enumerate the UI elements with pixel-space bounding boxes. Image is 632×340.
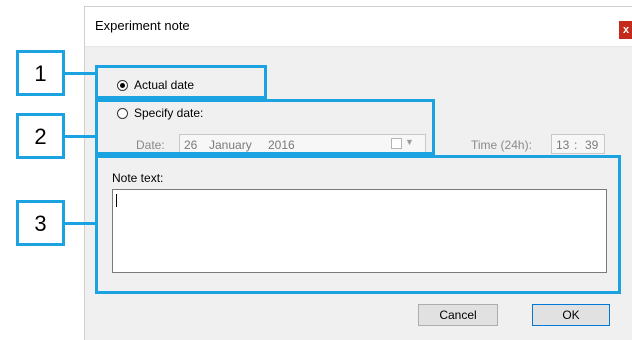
callout-frame-2	[95, 99, 435, 155]
callout-frame-3	[95, 155, 621, 294]
time-hour: 13	[556, 138, 570, 152]
ok-button[interactable]: OK	[532, 304, 610, 326]
callout-connector-2	[65, 135, 96, 138]
time-separator: :	[574, 138, 578, 152]
callout-number-2: 2	[16, 113, 65, 159]
callout-number-1: 1	[16, 50, 65, 96]
time-minute: 39	[585, 138, 599, 152]
dialog-title: Experiment note	[95, 18, 190, 33]
callout-number-3: 3	[16, 200, 65, 246]
callout-frame-1	[95, 65, 267, 99]
time-label: Time (24h):	[471, 138, 532, 152]
time-picker[interactable]: 13 : 39	[551, 134, 605, 154]
callout-connector-3	[65, 222, 96, 225]
cancel-button[interactable]: Cancel	[418, 304, 498, 326]
callout-connector-1	[65, 72, 96, 75]
close-icon[interactable]: x	[619, 21, 632, 39]
title-bar: Experiment note x	[85, 7, 632, 47]
